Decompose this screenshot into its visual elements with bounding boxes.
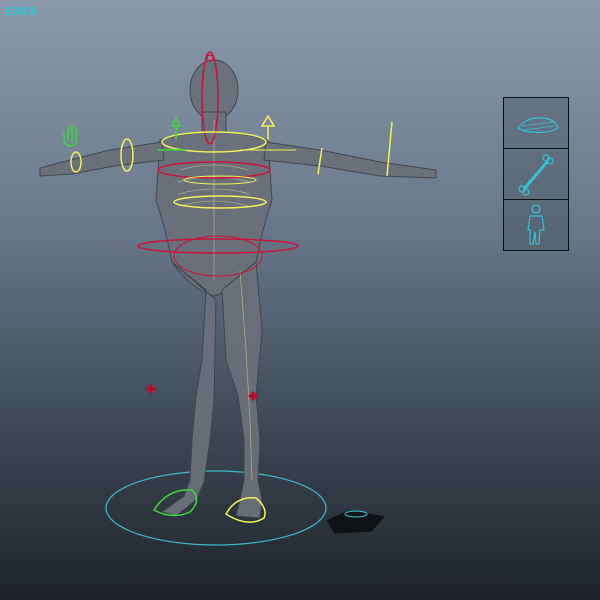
3d-viewport[interactable]: ЕЗКЯ (0, 0, 600, 600)
picker-button-body[interactable] (504, 200, 568, 250)
rig-logo-plate (325, 509, 387, 535)
left-hand-fk-icon[interactable] (63, 124, 79, 147)
rig-logo-text: ЕЗКЯ (4, 5, 37, 18)
body-layer-icon (527, 204, 545, 245)
left-knee-pole-vector[interactable] (146, 384, 156, 394)
picker-button-skeleton[interactable] (504, 149, 568, 200)
layer-picker-panel (503, 97, 569, 251)
skeleton-layer-icon (518, 154, 554, 196)
muscle-layer-icon (517, 117, 559, 134)
human-body (39, 59, 437, 519)
root-control[interactable] (105, 470, 327, 546)
rig-scene (39, 51, 437, 546)
picker-button-muscle[interactable] (504, 98, 568, 149)
right-shoulder-arrow[interactable] (260, 114, 276, 140)
rig-logo-label: ЕЗКЯ (4, 5, 37, 18)
